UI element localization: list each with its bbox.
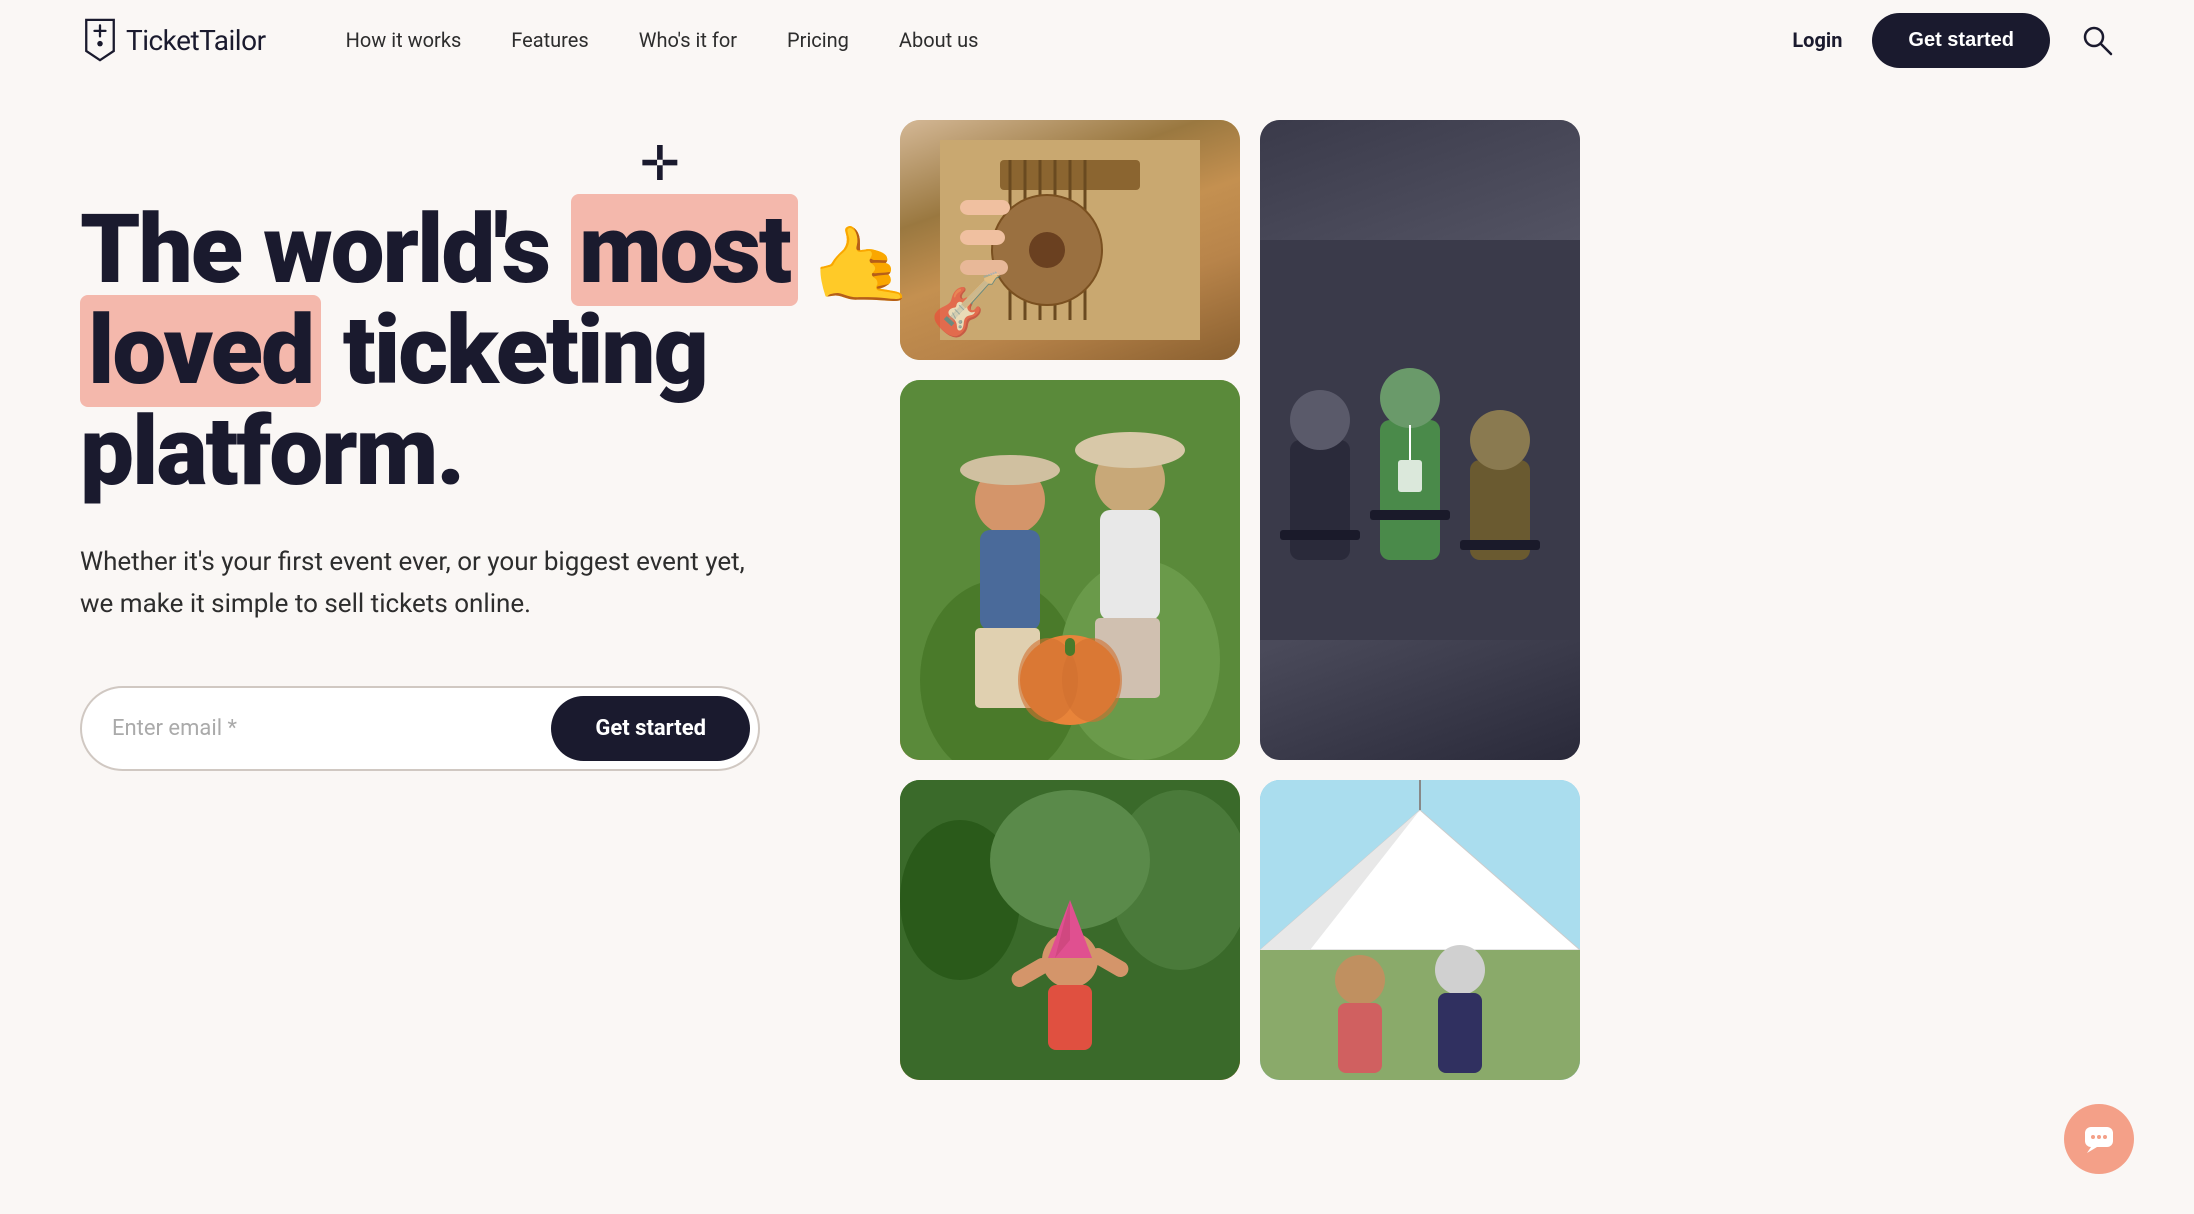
nav-link-pricing[interactable]: Pricing	[787, 28, 849, 52]
search-icon	[2080, 23, 2114, 57]
hero-title: The world's most loved ticketing platfor…	[80, 200, 840, 502]
chat-icon	[2081, 1121, 2117, 1157]
party-photo	[900, 780, 1240, 1080]
pumpkin-photo	[900, 380, 1240, 760]
image-conference	[1260, 120, 1580, 760]
festival-photo	[1260, 780, 1580, 1080]
nav-link-features[interactable]: Features	[511, 28, 588, 52]
nav-right: Login Get started	[1792, 13, 2114, 68]
conference-photo	[1260, 120, 1580, 760]
search-button[interactable]	[2080, 23, 2114, 57]
hero-title-part1: The world's	[80, 194, 571, 306]
hero-title-highlight2: loved	[80, 295, 321, 407]
hero-title-highlight1: most	[571, 194, 798, 306]
nav-link-how-it-works[interactable]: How it works	[346, 28, 462, 52]
nav-link-about-us[interactable]: About us	[899, 28, 979, 52]
form-submit-button[interactable]: Get started	[551, 696, 750, 761]
nav-link-whos-it-for[interactable]: Who's it for	[639, 28, 737, 52]
hero-title-part3: ticketing	[321, 295, 707, 407]
hero-title-part4: platform.	[80, 396, 463, 508]
email-input[interactable]	[112, 716, 541, 741]
festival-illustration	[1260, 780, 1580, 1080]
email-form: Get started	[80, 686, 760, 771]
get-started-nav-button[interactable]: Get started	[1872, 13, 2050, 68]
image-pumpkin	[900, 380, 1240, 760]
conference-illustration	[1260, 240, 1580, 640]
pumpkin-illustration	[900, 380, 1240, 760]
guitar-illustration	[940, 140, 1200, 340]
nav-links: How it works Features Who's it for Prici…	[346, 28, 1793, 52]
plus-decoration: ✛	[640, 140, 680, 188]
logo[interactable]: TicketTailor	[80, 18, 266, 62]
logo-text: TicketTailor	[126, 24, 266, 57]
image-festival	[1260, 780, 1580, 1080]
hero-section: ✛ The world's most loved ticketing platf…	[0, 80, 2194, 1214]
hand-decoration: 🤙	[803, 212, 917, 322]
party-illustration	[900, 780, 1240, 1080]
hero-images: 🤙	[840, 120, 2114, 1214]
logo-icon	[80, 18, 120, 62]
navbar: TicketTailor How it works Features Who's…	[0, 0, 2194, 80]
chat-bubble[interactable]	[2064, 1104, 2134, 1174]
hero-subtitle: Whether it's your first event ever, or y…	[80, 542, 760, 625]
image-party	[900, 780, 1240, 1080]
login-button[interactable]: Login	[1792, 28, 1842, 52]
hero-left: ✛ The world's most loved ticketing platf…	[80, 120, 840, 771]
guitar-photo	[900, 120, 1240, 360]
image-guitar	[900, 120, 1240, 360]
